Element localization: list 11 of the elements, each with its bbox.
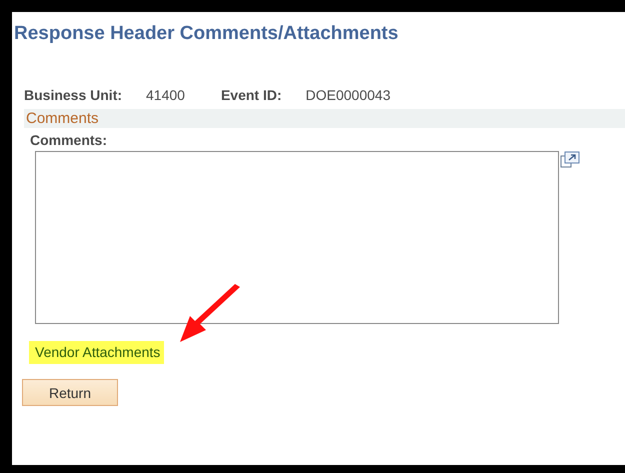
page-title: Response Header Comments/Attachments [14,22,400,45]
section-header: Comments [24,109,625,128]
field-value: 41400 [146,87,185,103]
expand-icon[interactable] [560,151,580,168]
field-label: Event ID: [220,87,282,103]
comments-field[interactable] [35,151,559,324]
comments-label: Comments: [30,132,108,148]
field-label: Business Unit: [24,87,122,103]
vendor-attachments-link[interactable]: Vendor Attachments [29,341,164,364]
return-button[interactable]: Return [22,379,118,406]
field-value: DOE0000043 [306,87,390,103]
